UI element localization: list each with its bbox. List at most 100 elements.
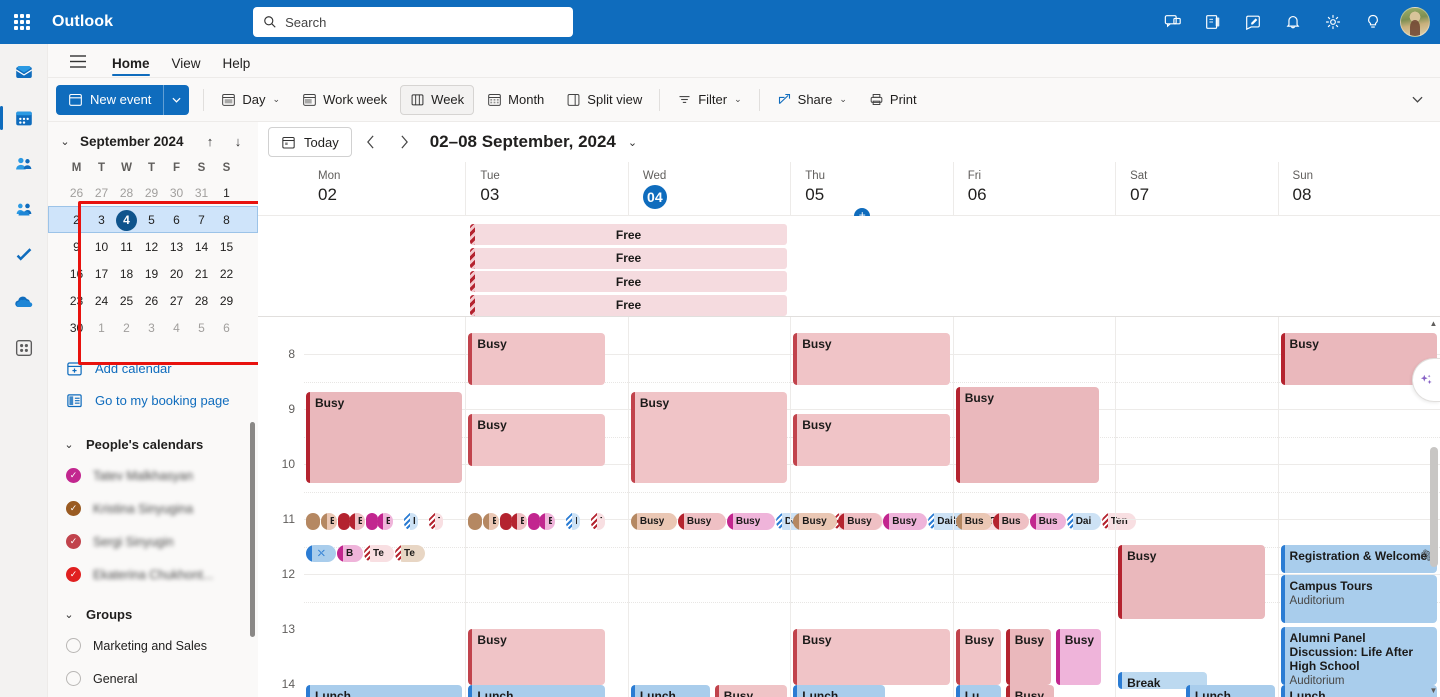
day-column-thu[interactable]: BusyBusyBusyLunchBusyBusyBusyDaily STent… <box>790 317 1026 697</box>
calendar-event-chip[interactable]: B <box>337 545 363 562</box>
minicalendar-day-30[interactable]: 30 <box>64 316 89 341</box>
calendar-checkbox-row[interactable]: ✓ Tatev Malkhasyan <box>48 459 258 492</box>
day-header-sun[interactable]: Sun 08 <box>1277 162 1440 215</box>
view-work-week-button[interactable]: Work week <box>293 85 396 115</box>
minicalendar-day-5[interactable]: 5 <box>139 208 164 233</box>
all-day-event[interactable]: Free <box>470 294 787 316</box>
day-column-fri[interactable]: BusyBusyBusyBusyLunchBusyBusBusBusDaiTen <box>952 317 1136 697</box>
notes-icon[interactable] <box>1236 5 1270 39</box>
minicalendar-day-20[interactable]: 20 <box>164 262 189 287</box>
calendar-event-chip[interactable]: Busy <box>883 513 928 530</box>
minicalendar-day-24[interactable]: 24 <box>89 289 114 314</box>
minicalendar-day-19[interactable]: 19 <box>139 262 164 287</box>
search-input[interactable]: Search <box>253 7 574 37</box>
minicalendar-day-23[interactable]: 23 <box>64 289 89 314</box>
minicalendar-day-2[interactable]: 2 <box>114 316 139 341</box>
minicalendar-day-6[interactable]: 6 <box>164 208 189 233</box>
minicalendar-prev-icon[interactable]: ↑ <box>200 134 220 149</box>
calendar-event[interactable]: Busy <box>793 629 950 685</box>
minicalendar-day-3[interactable]: 3 <box>139 316 164 341</box>
minicalendar-day-1[interactable]: 1 <box>214 181 239 206</box>
all-day-event[interactable]: Free <box>470 224 787 245</box>
calendar-event[interactable]: Busy <box>1005 685 1054 697</box>
minicalendar-collapse-icon[interactable]: ⌄ <box>58 135 72 148</box>
calendar-event-chip[interactable] <box>306 513 320 530</box>
calendar-event-chip[interactable]: ⛌ <box>306 545 336 562</box>
minicalendar-day-12[interactable]: 12 <box>139 235 164 260</box>
day-column-sat[interactable]: Busy Break Lunch <box>1115 317 1278 697</box>
rail-item-apps[interactable] <box>4 328 44 368</box>
calendar-event-chip[interactable]: Busy <box>726 513 775 530</box>
calendar-event[interactable]: Lunch <box>468 685 606 697</box>
minicalendar-day-27[interactable]: 27 <box>164 289 189 314</box>
split-view-button[interactable]: Split view <box>557 85 651 115</box>
calendar-event-chip[interactable]: Te <box>395 545 425 562</box>
minicalendar-day-2[interactable]: 2 <box>64 208 89 233</box>
day-column-mon[interactable]: Busy Lunch B B B D T ⛌ B Te Te <box>304 317 466 697</box>
sidebar-scrollbar[interactable] <box>250 422 255 637</box>
checkbox-icon[interactable] <box>66 638 81 653</box>
calendar-event-chip[interactable]: Busy <box>677 513 726 530</box>
tab-help[interactable]: Help <box>213 52 261 77</box>
view-week-button[interactable]: Week <box>400 84 475 115</box>
chevron-down-icon[interactable]: ⌄ <box>839 94 847 105</box>
calendar-event-chip[interactable]: Busy <box>793 513 838 530</box>
new-event-button[interactable]: New event <box>56 84 190 115</box>
chevron-down-icon[interactable]: ⌄ <box>734 94 742 105</box>
day-header-tue[interactable]: Tue 03 <box>465 162 627 215</box>
filter-button[interactable]: Filter ⌄ <box>668 85 750 115</box>
all-day-event[interactable]: Free <box>470 247 787 269</box>
calendar-event-chip[interactable]: B <box>539 513 556 530</box>
minicalendar-day-4[interactable]: 4 <box>114 208 139 233</box>
print-button[interactable]: Print <box>860 85 926 115</box>
minicalendar-day-28[interactable]: 28 <box>114 181 139 206</box>
minicalendar-day-7[interactable]: 7 <box>189 208 214 233</box>
calendar-event[interactable]: Busy <box>793 414 950 466</box>
calendar-event[interactable]: Registration & Welcome 🖇 <box>1280 545 1437 573</box>
calendar-event[interactable]: Lunch <box>793 685 886 697</box>
calendar-event[interactable]: Busy <box>793 333 950 385</box>
calendar-event[interactable]: Busy <box>630 392 788 483</box>
calendar-event-chip[interactable]: B <box>321 513 337 530</box>
minicalendar-day-31[interactable]: 31 <box>189 181 214 206</box>
minicalendar-day-10[interactable]: 10 <box>89 235 114 260</box>
calendar-event[interactable]: Busy <box>714 685 788 697</box>
calendar-event-chip[interactable] <box>468 513 483 530</box>
minicalendar-day-30[interactable]: 30 <box>164 181 189 206</box>
calendar-event-chip[interactable]: T <box>429 513 443 530</box>
share-button[interactable]: Share ⌄ <box>768 85 856 115</box>
checkbox-icon[interactable]: ✓ <box>66 534 81 549</box>
avatar[interactable] <box>1400 7 1430 37</box>
minicalendar-day-22[interactable]: 22 <box>214 262 239 287</box>
rail-item-calendar[interactable] <box>0 98 44 138</box>
calendar-event-chip[interactable]: Busy <box>838 513 883 530</box>
checkbox-icon[interactable]: ✓ <box>66 501 81 516</box>
scroll-up-arrow[interactable]: ▲ <box>1429 319 1438 328</box>
today-button[interactable]: Today <box>268 127 352 157</box>
minicalendar-day-18[interactable]: 18 <box>114 262 139 287</box>
minicalendar-day-3[interactable]: 3 <box>89 208 114 233</box>
scroll-down-arrow[interactable]: ▼ <box>1429 686 1438 695</box>
calendar-event-chip[interactable]: D <box>404 513 418 530</box>
teams-chat-icon[interactable] <box>1156 5 1190 39</box>
calendar-event[interactable]: Lunch <box>955 685 1001 697</box>
chevron-down-icon[interactable]: ⌄ <box>62 608 76 621</box>
lightbulb-icon[interactable] <box>1356 5 1390 39</box>
date-range-dropdown-icon[interactable]: ⌄ <box>628 136 637 149</box>
minicalendar-day-9[interactable]: 9 <box>64 235 89 260</box>
minicalendar-day-5[interactable]: 5 <box>189 316 214 341</box>
calendar-event[interactable]: Busy <box>468 629 606 685</box>
groups-header[interactable]: ⌄ Groups <box>48 599 258 629</box>
calendar-event-chip[interactable]: Te <box>364 545 394 562</box>
rail-item-people[interactable] <box>4 144 44 184</box>
minicalendar-day-27[interactable]: 27 <box>89 181 114 206</box>
calendar-event-chip[interactable]: Bus <box>992 513 1029 530</box>
calendar-event-chip[interactable]: B <box>349 513 365 530</box>
calendar-event[interactable]: Busy <box>306 392 463 483</box>
grid-scrollbar[interactable] <box>1430 447 1438 567</box>
minicalendar-day-26[interactable]: 26 <box>139 289 164 314</box>
minicalendar-day-25[interactable]: 25 <box>114 289 139 314</box>
calendar-event[interactable]: Lunch <box>1185 685 1275 697</box>
minicalendar-day-14[interactable]: 14 <box>189 235 214 260</box>
day-header-thu[interactable]: Thu 05 <box>790 162 952 215</box>
